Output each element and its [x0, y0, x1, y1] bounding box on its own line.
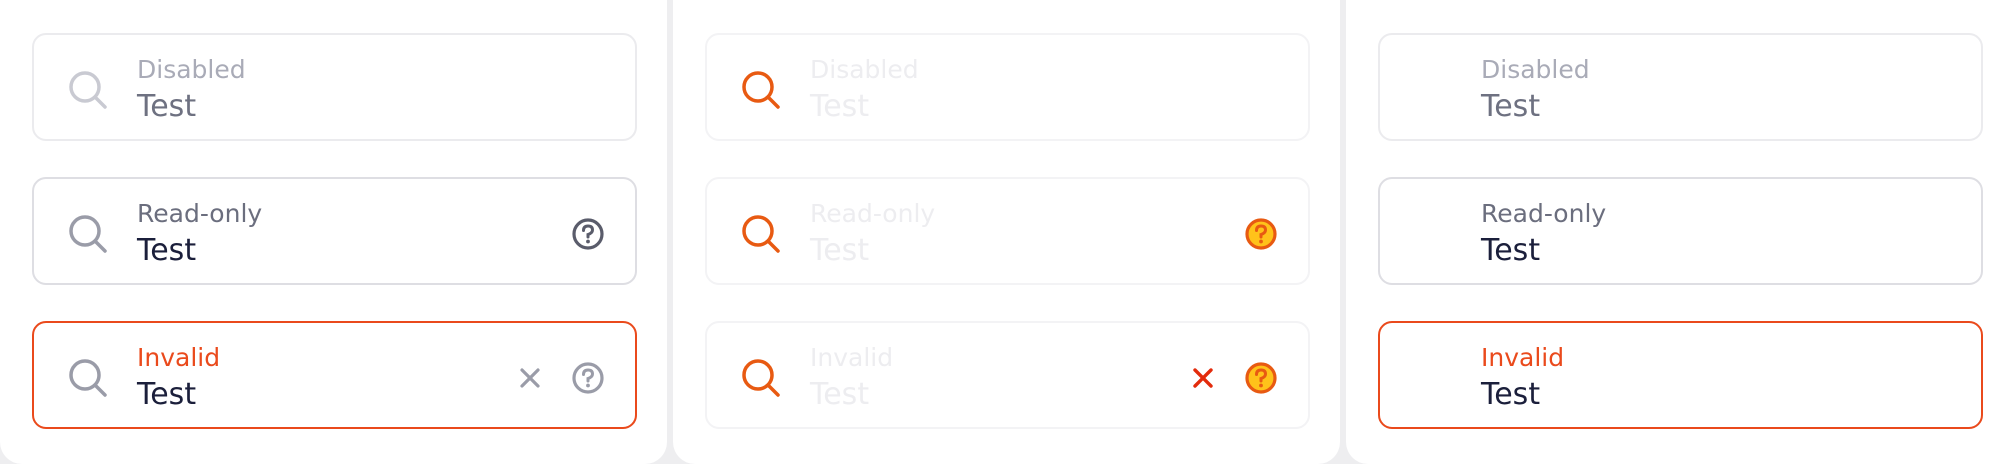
search-icon [739, 212, 783, 256]
disabled-text-field: Disabled Test [1378, 33, 1983, 141]
field-label: Read-only [810, 199, 936, 228]
search-icon [66, 68, 110, 112]
invalid-search-field[interactable]: Invalid Test [32, 321, 637, 429]
field-value: Test [137, 377, 197, 412]
readonly-text-field[interactable]: Read-only Test [1378, 177, 1983, 285]
field-label: Invalid [1481, 343, 1565, 372]
help-circle-icon[interactable] [1243, 360, 1279, 396]
field-value: Test [810, 89, 870, 124]
field-label: Invalid [137, 343, 221, 372]
variant-column-default: Disabled Test Read-only Test Invalid Tes… [0, 0, 667, 464]
field-value: Test [1481, 377, 1541, 412]
field-value: Test [1481, 233, 1541, 268]
field-value: Test [137, 89, 197, 124]
search-icon [739, 356, 783, 400]
field-label: Read-only [137, 199, 263, 228]
readonly-search-field[interactable]: Read-only Test [32, 177, 637, 285]
search-icon [66, 212, 110, 256]
field-label: Disabled [1481, 55, 1590, 84]
field-label: Disabled [810, 55, 919, 84]
field-value: Test [810, 233, 870, 268]
field-value: Test [137, 233, 197, 268]
help-circle-icon[interactable] [1243, 216, 1279, 252]
field-label: Disabled [137, 55, 246, 84]
close-icon[interactable] [1185, 360, 1221, 396]
disabled-search-field: Disabled Test [705, 33, 1310, 141]
disabled-search-field: Disabled Test [32, 33, 637, 141]
field-value: Test [1481, 89, 1541, 124]
field-label: Read-only [1481, 199, 1607, 228]
invalid-search-field[interactable]: Invalid Test [705, 321, 1310, 429]
readonly-search-field[interactable]: Read-only Test [705, 177, 1310, 285]
variant-column-no-icons: Disabled Test Read-only Test Invalid Tes… [1346, 0, 2016, 464]
field-label: Invalid [810, 343, 894, 372]
search-icon [66, 356, 110, 400]
variant-column-accent-icons: Disabled Test Read-only Test Invalid Tes… [673, 0, 1340, 464]
invalid-text-field[interactable]: Invalid Test [1378, 321, 1983, 429]
help-circle-icon[interactable] [570, 216, 606, 252]
field-value: Test [810, 377, 870, 412]
help-circle-icon[interactable] [570, 360, 606, 396]
search-icon [739, 68, 783, 112]
close-icon[interactable] [512, 360, 548, 396]
